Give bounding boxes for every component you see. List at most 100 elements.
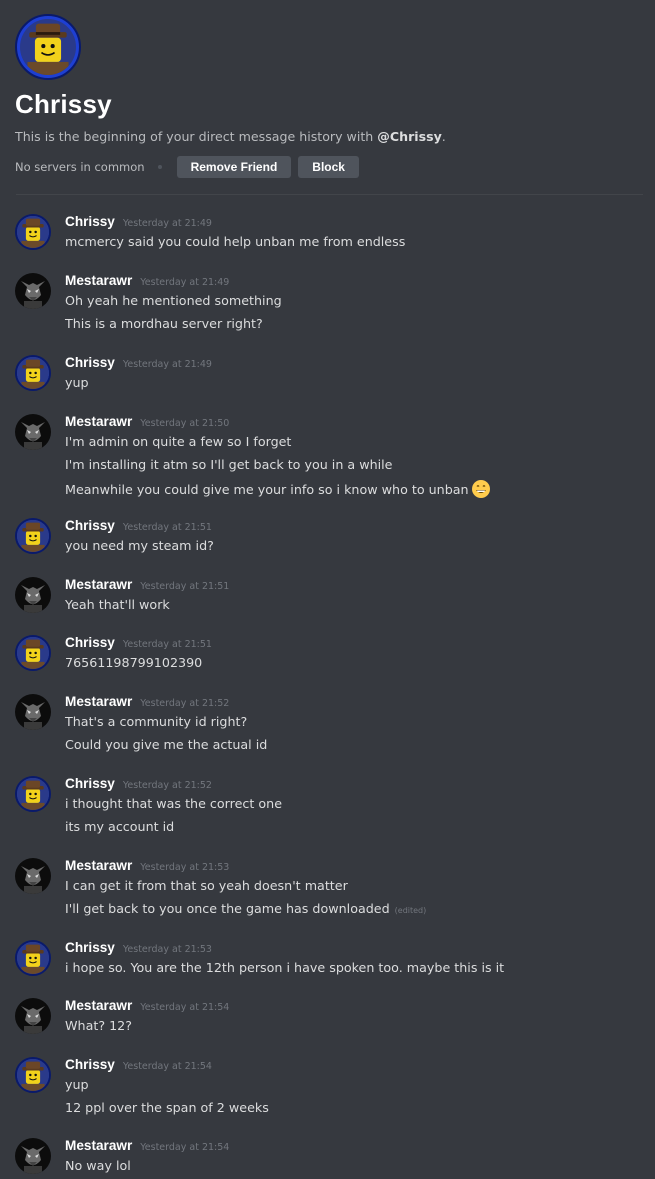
username[interactable]: Chrissy: [65, 776, 115, 791]
username[interactable]: Mestarawr: [65, 273, 132, 288]
message-line: I'll get back to you once the game has d…: [65, 901, 390, 916]
username[interactable]: Chrissy: [65, 518, 115, 533]
timestamp: Yesterday at 21:50: [140, 418, 230, 429]
helmet-knight-icon: [15, 858, 51, 894]
username[interactable]: Mestarawr: [65, 577, 132, 592]
message-text: mcmercy said you could help unban me fro…: [65, 233, 405, 251]
message-header: Mestarawr Yesterday at 21:51: [65, 577, 229, 593]
header-actions: No servers in common Remove Friend Block: [15, 156, 643, 178]
message-line: This is a mordhau server right?: [65, 316, 263, 331]
message-text: yup: [65, 1076, 89, 1094]
dm-header: Chrissy This is the beginning of your di…: [15, 14, 643, 178]
username[interactable]: Mestarawr: [65, 1138, 132, 1153]
separator-dot: [157, 165, 162, 169]
timestamp: Yesterday at 21:49: [122, 359, 212, 370]
message-header: Mestarawr Yesterday at 21:49: [65, 273, 229, 289]
timestamp: Yesterday at 21:53: [122, 944, 212, 955]
helmet-knight-icon: [15, 577, 51, 613]
page-title: Chrissy: [15, 89, 112, 119]
lego-figure-icon: [17, 357, 49, 389]
message-text: i thought that was the correct one: [65, 795, 282, 813]
message-text: This is a mordhau server right?: [65, 315, 263, 333]
message-text: Yeah that'll work: [65, 596, 170, 614]
message-line: mcmercy said you could help unban me fro…: [65, 234, 406, 249]
username[interactable]: Mestarawr: [65, 694, 132, 709]
timestamp: Yesterday at 21:49: [122, 218, 212, 229]
message-text: i hope so. You are the 12th person i hav…: [65, 959, 504, 977]
message-header: Mestarawr Yesterday at 21:54: [65, 1138, 229, 1154]
avatar[interactable]: [15, 577, 51, 613]
avatar[interactable]: [15, 776, 51, 812]
username[interactable]: Mestarawr: [65, 858, 132, 873]
message-text: yup: [65, 374, 89, 392]
profile-avatar[interactable]: [15, 14, 81, 80]
avatar[interactable]: [15, 858, 51, 894]
message-text: Oh yeah he mentioned something: [65, 292, 282, 310]
lego-figure-icon: [17, 778, 49, 810]
lego-figure-icon: [17, 1059, 49, 1091]
message-text: 76561198799102390: [65, 654, 202, 672]
message-text: I can get it from that so yeah doesn't m…: [65, 877, 348, 895]
intro-suffix: .: [441, 129, 446, 144]
username[interactable]: Chrissy: [65, 940, 115, 955]
message-line: Could you give me the actual id: [65, 737, 268, 752]
message-header: Chrissy Yesterday at 21:51: [65, 635, 212, 651]
lego-figure-icon: [17, 216, 49, 248]
message-text: What? 12?: [65, 1017, 132, 1035]
username[interactable]: Mestarawr: [65, 998, 132, 1013]
remove-friend-button[interactable]: Remove Friend: [176, 156, 292, 178]
mutual-servers-label: No servers in common: [15, 160, 145, 174]
message-text: I'm installing it atm so I'll get back t…: [65, 456, 393, 474]
message-header: Chrissy Yesterday at 21:49: [65, 355, 212, 371]
message-header: Mestarawr Yesterday at 21:50: [65, 414, 229, 430]
username[interactable]: Chrissy: [65, 355, 115, 370]
message-text: Could you give me the actual id: [65, 736, 267, 754]
message-header: Chrissy Yesterday at 21:52: [65, 776, 212, 792]
message-text: you need my steam id?: [65, 537, 214, 555]
message-text: Meanwhile you could give me your info so…: [65, 479, 491, 499]
avatar[interactable]: [15, 414, 51, 450]
message-line: 12 ppl over the span of 2 weeks: [65, 1100, 269, 1115]
avatar[interactable]: [15, 355, 51, 391]
helmet-knight-icon: [15, 998, 51, 1034]
avatar[interactable]: [15, 635, 51, 671]
message-line: you need my steam id?: [65, 538, 214, 553]
helmet-knight-icon: [15, 414, 51, 450]
message-header: Chrissy Yesterday at 21:49: [65, 214, 212, 230]
message-line: yup: [65, 375, 89, 390]
avatar[interactable]: [15, 273, 51, 309]
username[interactable]: Chrissy: [65, 635, 115, 650]
message-text: its my account id: [65, 818, 174, 836]
lego-figure-icon: [17, 942, 49, 974]
avatar[interactable]: [15, 518, 51, 554]
message-line: That's a community id right?: [65, 714, 248, 729]
grinning-face-emoji-icon[interactable]: [471, 479, 491, 499]
username[interactable]: Mestarawr: [65, 414, 132, 429]
timestamp: Yesterday at 21:52: [122, 780, 212, 791]
timestamp: Yesterday at 21:54: [140, 1002, 230, 1013]
username[interactable]: Chrissy: [65, 1057, 115, 1072]
message-header: Chrissy Yesterday at 21:51: [65, 518, 212, 534]
timestamp: Yesterday at 21:52: [140, 698, 230, 709]
timestamp: Yesterday at 21:49: [140, 277, 230, 288]
avatar[interactable]: [15, 1057, 51, 1093]
message-header: Chrissy Yesterday at 21:53: [65, 940, 212, 956]
avatar[interactable]: [15, 214, 51, 250]
avatar[interactable]: [15, 1138, 51, 1174]
block-button[interactable]: Block: [298, 156, 359, 178]
timestamp: Yesterday at 21:53: [140, 862, 230, 873]
timestamp: Yesterday at 21:51: [122, 522, 212, 533]
avatar[interactable]: [15, 694, 51, 730]
message-line: I can get it from that so yeah doesn't m…: [65, 878, 348, 893]
message-text: That's a community id right?: [65, 713, 247, 731]
message-line: Yeah that'll work: [65, 597, 170, 612]
message-text: No way lol: [65, 1157, 131, 1175]
avatar[interactable]: [15, 940, 51, 976]
message-header: Mestarawr Yesterday at 21:52: [65, 694, 229, 710]
user-mention[interactable]: @Chrissy: [377, 129, 442, 144]
dm-intro: This is the beginning of your direct mes…: [15, 129, 643, 144]
username[interactable]: Chrissy: [65, 214, 115, 229]
timestamp: Yesterday at 21:54: [122, 1061, 212, 1072]
avatar[interactable]: [15, 998, 51, 1034]
message-text: 12 ppl over the span of 2 weeks: [65, 1099, 269, 1117]
